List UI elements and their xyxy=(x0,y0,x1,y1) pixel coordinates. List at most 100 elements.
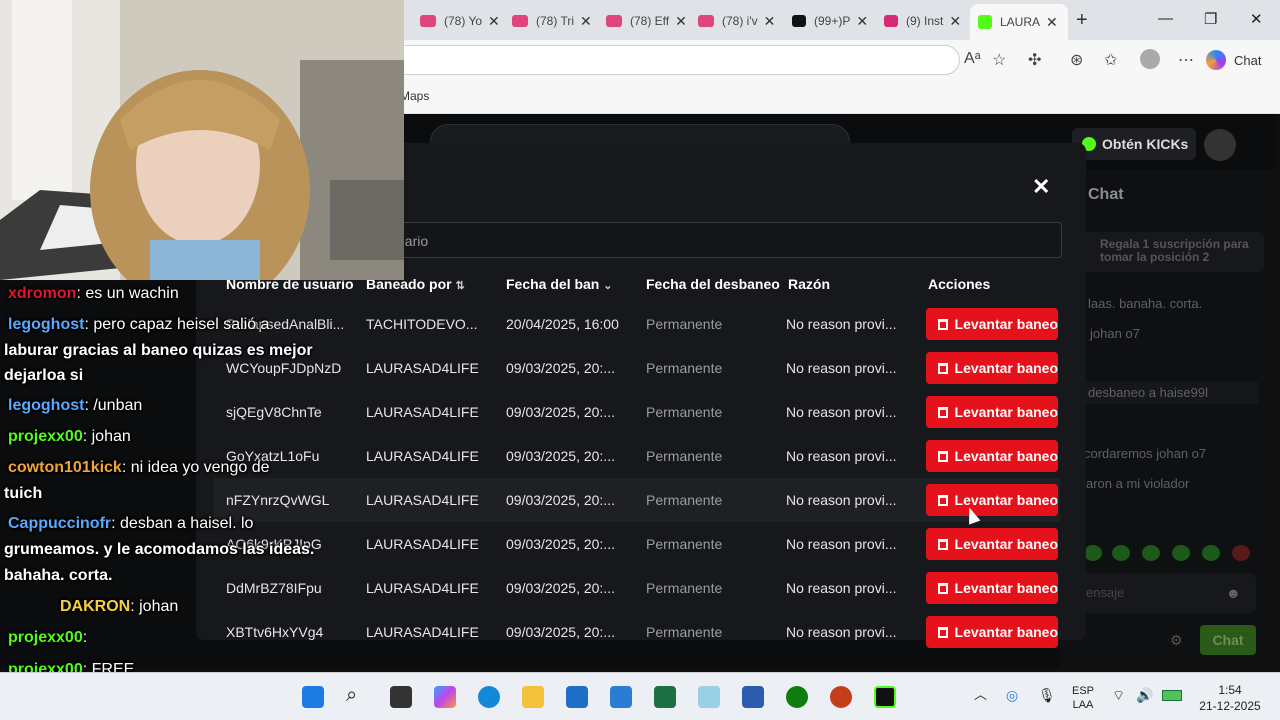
overlay-chat-line: laburar gracias al baneo quizas es mejor xyxy=(4,338,313,364)
start-menu-icon[interactable] xyxy=(302,686,324,708)
bookmark-maps[interactable]: Maps xyxy=(400,89,429,103)
overlay-chat-line: projexx00: xyxy=(8,625,87,651)
emote-icon[interactable] xyxy=(1172,545,1190,561)
battery-icon[interactable] xyxy=(1162,690,1182,701)
unban-button[interactable]: Levantar baneo xyxy=(926,396,1058,428)
trash-icon xyxy=(938,406,948,418)
excel-icon[interactable] xyxy=(654,686,676,708)
restore-button[interactable]: ❐ xyxy=(1204,10,1217,28)
unban-button[interactable]: Levantar baneo xyxy=(926,616,1058,648)
tray-chevron-icon[interactable]: ︿ xyxy=(974,688,987,702)
tray-app-icon[interactable]: ◎ xyxy=(1006,688,1018,702)
emote-icon[interactable] xyxy=(1142,545,1160,561)
wifi-icon[interactable]: ⌔ xyxy=(1112,688,1125,702)
tab-instagram[interactable]: (9) Inst ✕ xyxy=(884,8,961,34)
unban-label: Levantar baneo xyxy=(954,316,1058,332)
reason-cell: No reason provi... xyxy=(786,360,897,376)
overlay-chat-text: bahaha. corta. xyxy=(4,567,113,584)
emote-icon[interactable] xyxy=(1202,545,1220,561)
unban-date-cell: Permanente xyxy=(646,448,723,464)
language-indicator[interactable]: ESP LAA xyxy=(1068,684,1098,712)
search-icon[interactable]: ⌕ xyxy=(346,684,368,706)
unban-button[interactable]: Levantar baneo xyxy=(926,352,1058,384)
modal-close-icon[interactable]: ✕ xyxy=(1032,174,1050,200)
tab-youtube-4[interactable]: (78) i'v ✕ xyxy=(698,8,775,34)
minimize-button[interactable]: — xyxy=(1158,10,1173,27)
kicks-label: Obtén KICKs xyxy=(1102,136,1189,152)
emote-icon[interactable] xyxy=(1232,545,1250,561)
xbox-icon[interactable] xyxy=(786,686,808,708)
search-users-input[interactable]: uario xyxy=(372,222,1062,258)
emote-icon[interactable] xyxy=(1084,545,1102,561)
microphone-icon[interactable]: 🎙 xyxy=(1038,688,1056,702)
user-avatar[interactable] xyxy=(1204,129,1236,161)
lang-bottom: LAA xyxy=(1072,699,1094,711)
store-icon[interactable] xyxy=(566,686,588,708)
close-tab-icon[interactable]: ✕ xyxy=(949,13,961,30)
overlay-chat-username: legoghost xyxy=(8,316,85,333)
column-header-ban-date[interactable]: Fecha del ban ⌄ xyxy=(506,276,612,292)
unban-button[interactable]: Levantar baneo xyxy=(926,440,1058,472)
new-tab-button[interactable]: + xyxy=(1076,9,1088,32)
copilot-icon[interactable] xyxy=(434,686,456,708)
unban-button[interactable]: Levantar baneo xyxy=(926,308,1058,340)
overlay-chat-line: dejarloa si xyxy=(4,363,83,389)
tab-kick-active[interactable]: LAURA ✕ xyxy=(970,4,1068,40)
ban-date-cell: 09/03/2025, 20:... xyxy=(506,580,615,596)
tab-tiktok[interactable]: (99+)P ✕ xyxy=(792,8,868,34)
emoji-icon[interactable]: ☻ xyxy=(1226,585,1241,601)
file-explorer-icon[interactable] xyxy=(522,686,544,708)
favorites-icon[interactable]: ✩ xyxy=(1104,50,1117,70)
app-icon[interactable] xyxy=(698,686,720,708)
chat-send-button[interactable]: Chat xyxy=(1200,625,1256,655)
address-bar[interactable] xyxy=(404,45,960,75)
close-tab-icon[interactable]: ✕ xyxy=(580,13,592,30)
kick-app-icon[interactable] xyxy=(874,686,896,708)
close-tab-icon[interactable]: ✕ xyxy=(675,13,687,30)
word-icon[interactable] xyxy=(742,686,764,708)
webcam-overlay xyxy=(0,0,404,280)
profile-avatar[interactable] xyxy=(1140,49,1160,69)
close-tab-icon[interactable]: ✕ xyxy=(488,13,500,30)
mail-icon[interactable] xyxy=(610,686,632,708)
chat-message: laas. banaha. corta. xyxy=(1088,296,1203,311)
more-options-icon[interactable]: ⋯ xyxy=(1178,50,1194,70)
tab-youtube-1[interactable]: (78) Yo ✕ xyxy=(420,8,500,34)
overlay-chat-line: cowton101kick: ni idea yo vengo de xyxy=(8,455,270,481)
edge-icon[interactable] xyxy=(478,686,500,708)
tab-youtube-2[interactable]: (78) Tri ✕ xyxy=(512,8,592,34)
clock[interactable]: 1:54 21-12-2025 xyxy=(1196,682,1264,714)
reason-cell: No reason provi... xyxy=(786,316,897,332)
ban-date-cell: 09/03/2025, 20:... xyxy=(506,360,615,376)
unban-button[interactable]: Levantar baneo xyxy=(926,572,1058,604)
task-view-icon[interactable] xyxy=(390,686,412,708)
banned-by-cell: LAURASAD4LIFE xyxy=(366,360,479,376)
copilot-chat-button[interactable]: Chat xyxy=(1206,47,1272,73)
overlay-chat-username: cowton101kick xyxy=(8,459,122,476)
overlay-chat-line: bahaha. corta. xyxy=(4,563,112,589)
youtube-icon xyxy=(606,15,622,27)
tab-youtube-3[interactable]: (78) Eff ✕ xyxy=(606,8,687,34)
trash-icon xyxy=(938,626,948,638)
emote-icon[interactable] xyxy=(1112,545,1130,561)
get-kicks-button[interactable]: Obtén KICKs xyxy=(1072,128,1196,160)
youtube-icon xyxy=(512,15,528,27)
window-close-button[interactable]: ✕ xyxy=(1250,10,1263,28)
volume-icon[interactable]: 🔊 xyxy=(1136,688,1153,702)
close-tab-icon[interactable]: ✕ xyxy=(764,13,776,30)
gift-subscription-banner[interactable]: Regala 1 suscripción para tomar la posic… xyxy=(1080,232,1264,272)
sort-icon: ⇅ xyxy=(455,280,465,292)
unban-button[interactable]: Levantar baneo xyxy=(926,528,1058,560)
unban-button[interactable]: Levantar baneo xyxy=(926,484,1058,516)
powerpoint-icon[interactable] xyxy=(830,686,852,708)
browser-essentials-icon[interactable]: ⊛ xyxy=(1070,50,1083,70)
unban-label: Levantar baneo xyxy=(954,404,1058,420)
settings-gear-icon[interactable]: ⚙ xyxy=(1170,632,1183,649)
reason-cell: No reason provi... xyxy=(786,536,897,552)
close-tab-icon[interactable]: ✕ xyxy=(856,13,868,30)
tiktok-icon xyxy=(792,15,806,27)
read-aloud-icon[interactable]: Aᵃ xyxy=(964,50,981,68)
favorite-star-icon[interactable]: ☆ xyxy=(992,50,1006,70)
extensions-icon[interactable]: ✣ xyxy=(1028,50,1041,70)
close-tab-icon[interactable]: ✕ xyxy=(1046,14,1058,31)
